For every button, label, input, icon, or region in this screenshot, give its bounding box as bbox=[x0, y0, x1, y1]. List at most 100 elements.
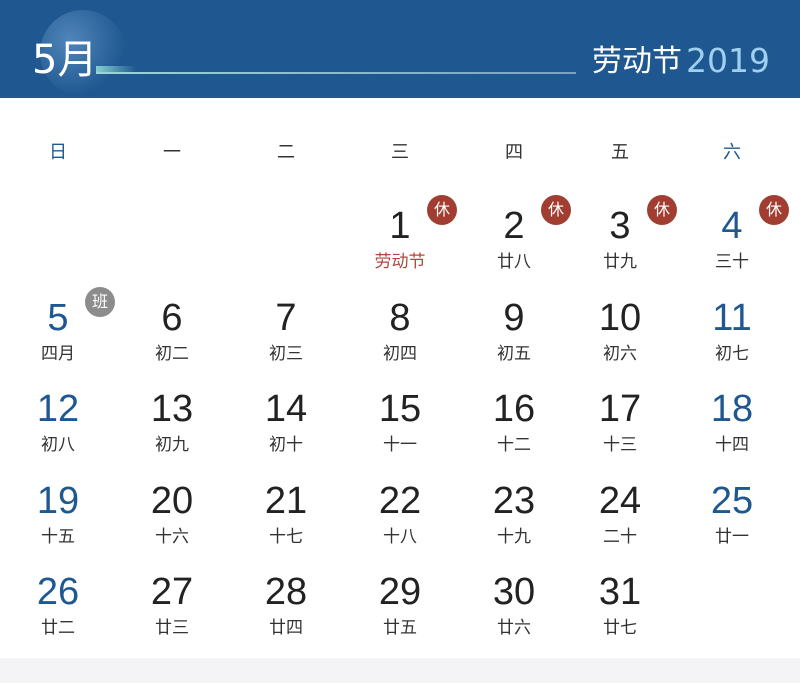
day-cell[interactable]: 26 廿二 bbox=[3, 571, 113, 659]
day-number: 21 bbox=[264, 480, 308, 522]
day-cell[interactable]: 11 初七 bbox=[677, 297, 787, 385]
day-cell[interactable]: 24 二十 bbox=[565, 480, 675, 568]
day-cell[interactable]: 12 初八 bbox=[3, 388, 113, 476]
holiday-title: 劳动节 bbox=[592, 44, 682, 79]
day-cell[interactable]: 15 十一 bbox=[345, 388, 455, 476]
workday-badge: 班 bbox=[85, 287, 115, 317]
day-number: 20 bbox=[150, 480, 194, 522]
day-number: 25 bbox=[710, 480, 754, 522]
day-number: 26 bbox=[36, 571, 80, 613]
day-cell[interactable]: 22 十八 bbox=[345, 480, 455, 568]
lunar-date: 初四 bbox=[383, 344, 417, 364]
weekday-label: 日 bbox=[49, 142, 67, 163]
day-number: 18 bbox=[710, 388, 754, 430]
lunar-date: 廿九 bbox=[603, 252, 637, 272]
day-cell[interactable]: 29 廿五 bbox=[345, 571, 455, 659]
weekday-label: 二 bbox=[277, 142, 295, 163]
day-cell[interactable]: 25 廿一 bbox=[677, 480, 787, 568]
day-number: 16 bbox=[492, 388, 536, 430]
holiday-rest-badge: 休 bbox=[647, 195, 677, 225]
day-number: 29 bbox=[378, 571, 422, 613]
weekday-label: 五 bbox=[611, 142, 629, 163]
lunar-date: 十四 bbox=[715, 435, 749, 455]
month-title: 5月 bbox=[32, 37, 98, 83]
festival-label: 劳动节 bbox=[374, 252, 426, 272]
lunar-date: 初六 bbox=[603, 344, 637, 364]
day-number: 6 bbox=[161, 297, 183, 339]
lunar-date: 十九 bbox=[497, 527, 531, 547]
day-cell[interactable]: 13 初九 bbox=[117, 388, 227, 476]
day-number: 17 bbox=[598, 388, 642, 430]
lunar-date: 廿五 bbox=[383, 618, 417, 638]
lunar-date: 廿三 bbox=[155, 618, 189, 638]
day-cell[interactable]: 8 初四 bbox=[345, 297, 455, 385]
lunar-date: 廿八 bbox=[497, 252, 531, 272]
lunar-date: 十五 bbox=[41, 527, 75, 547]
day-cell[interactable]: 30 廿六 bbox=[459, 571, 569, 659]
day-number: 8 bbox=[389, 297, 411, 339]
day-cell[interactable]: 17 十三 bbox=[565, 388, 675, 476]
lunar-date: 初三 bbox=[269, 344, 303, 364]
lunar-date: 廿六 bbox=[497, 618, 531, 638]
header-divider-line bbox=[96, 72, 576, 74]
day-number: 24 bbox=[598, 480, 642, 522]
lunar-date: 四月 bbox=[41, 344, 75, 364]
lunar-date: 十一 bbox=[383, 435, 417, 455]
lunar-date: 初七 bbox=[715, 344, 749, 364]
day-number: 11 bbox=[712, 297, 752, 339]
day-number: 7 bbox=[275, 297, 297, 339]
day-cell[interactable]: 31 廿七 bbox=[565, 571, 675, 659]
day-number: 28 bbox=[264, 571, 308, 613]
day-cell[interactable]: 14 初十 bbox=[231, 388, 341, 476]
day-number: 19 bbox=[36, 480, 80, 522]
weekday-header-row: 日一二三四五六 bbox=[0, 138, 800, 163]
holiday-rest-badge: 休 bbox=[427, 195, 457, 225]
day-cell[interactable]: 9 初五 bbox=[459, 297, 569, 385]
lunar-date: 十七 bbox=[269, 527, 303, 547]
day-number: 10 bbox=[598, 297, 642, 339]
lunar-date: 廿四 bbox=[269, 618, 303, 638]
lunar-date: 十三 bbox=[603, 435, 637, 455]
weekday-label: 一 bbox=[163, 142, 181, 163]
day-cell[interactable]: 28 廿四 bbox=[231, 571, 341, 659]
day-number: 27 bbox=[150, 571, 194, 613]
day-cell[interactable]: 16 十二 bbox=[459, 388, 569, 476]
lunar-date: 初八 bbox=[41, 435, 75, 455]
day-number: 12 bbox=[36, 388, 80, 430]
day-number: 31 bbox=[598, 571, 642, 613]
day-cell[interactable]: 10 初六 bbox=[565, 297, 675, 385]
day-cell[interactable]: 21 十七 bbox=[231, 480, 341, 568]
lunar-date: 十六 bbox=[155, 527, 189, 547]
lunar-date: 廿二 bbox=[41, 618, 75, 638]
day-number: 30 bbox=[492, 571, 536, 613]
lunar-date: 十八 bbox=[383, 527, 417, 547]
day-cell[interactable]: 27 廿三 bbox=[117, 571, 227, 659]
day-cell[interactable]: 20 十六 bbox=[117, 480, 227, 568]
weekday-label: 六 bbox=[723, 142, 741, 163]
day-number: 9 bbox=[503, 297, 525, 339]
day-cell[interactable]: 7 初三 bbox=[231, 297, 341, 385]
day-number: 23 bbox=[492, 480, 536, 522]
day-number: 15 bbox=[378, 388, 422, 430]
holiday-rest-badge: 休 bbox=[759, 195, 789, 225]
lunar-date: 二十 bbox=[603, 527, 637, 547]
lunar-date: 初二 bbox=[155, 344, 189, 364]
day-number: 14 bbox=[264, 388, 308, 430]
weekday-label: 四 bbox=[505, 142, 523, 163]
day-number: 13 bbox=[150, 388, 194, 430]
day-cell[interactable]: 19 十五 bbox=[3, 480, 113, 568]
day-cell[interactable]: 6 初二 bbox=[117, 297, 227, 385]
lunar-date: 廿七 bbox=[603, 618, 637, 638]
day-cell[interactable]: 18 十四 bbox=[677, 388, 787, 476]
weekday-label: 三 bbox=[391, 142, 409, 163]
lunar-date: 廿一 bbox=[715, 527, 749, 547]
lunar-date: 初九 bbox=[155, 435, 189, 455]
calendar-header: 5月 劳动节 2019 bbox=[0, 0, 800, 98]
lunar-date: 初十 bbox=[269, 435, 303, 455]
lunar-date: 十二 bbox=[497, 435, 531, 455]
day-cell[interactable]: 23 十九 bbox=[459, 480, 569, 568]
year-title: 2019 bbox=[686, 41, 770, 80]
lunar-date: 初五 bbox=[497, 344, 531, 364]
lunar-date: 三十 bbox=[715, 252, 749, 272]
day-number: 22 bbox=[378, 480, 422, 522]
